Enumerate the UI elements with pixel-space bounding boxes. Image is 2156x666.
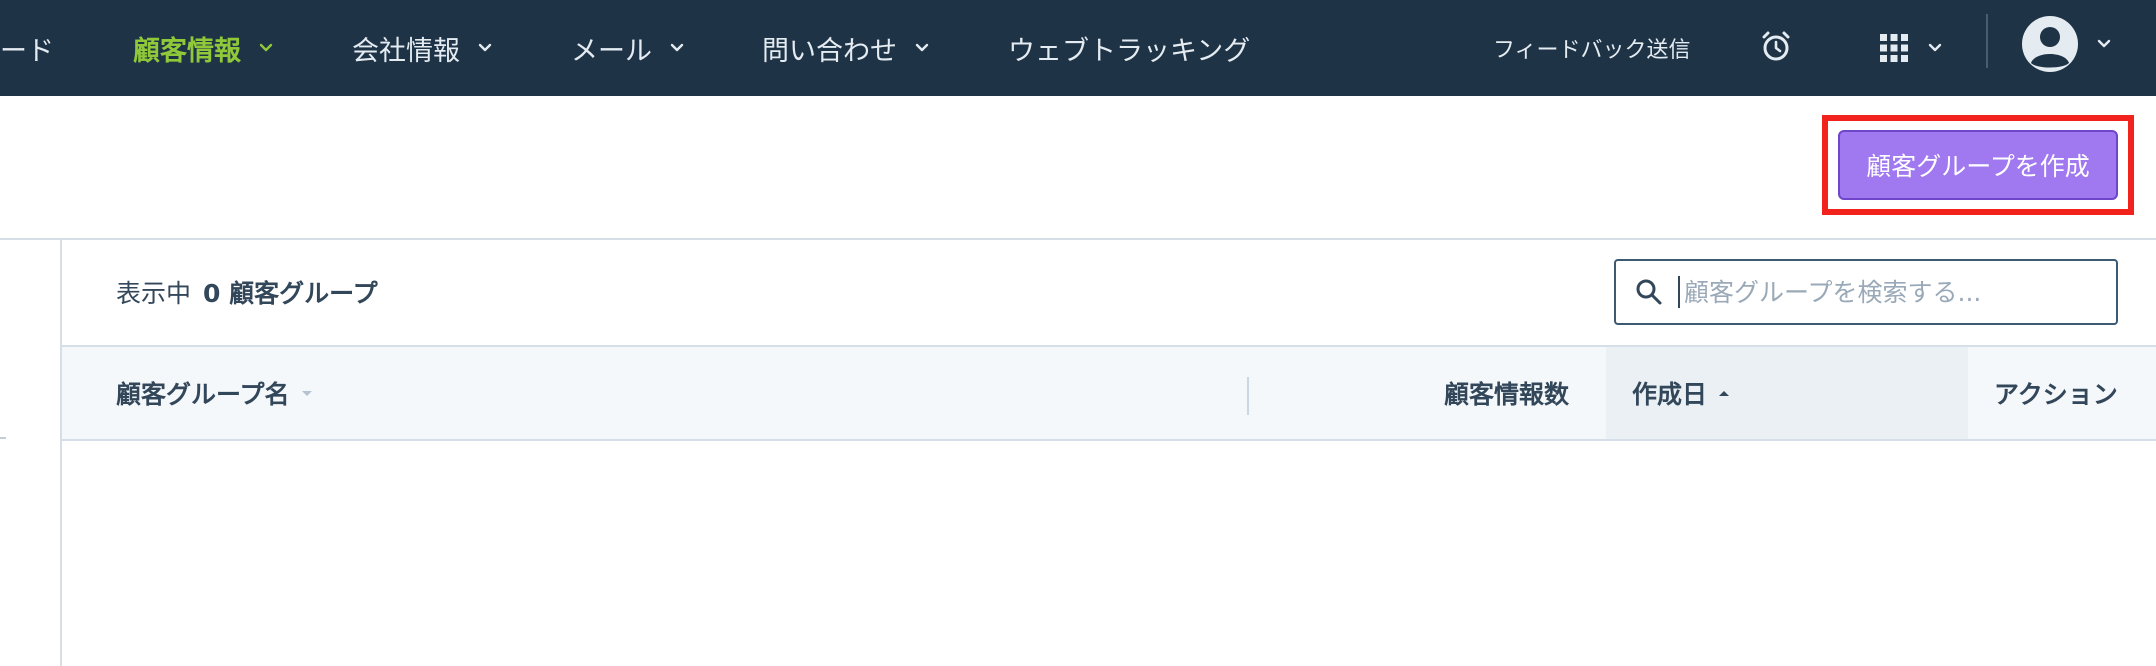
nav-item-label: 会社情報 <box>352 35 460 67</box>
apps-menu-button[interactable] <box>1872 28 1952 68</box>
results-count: 表示中 0 顧客グループ <box>116 272 378 312</box>
chevron-down-icon <box>1928 43 1942 52</box>
chevron-down-icon <box>2097 39 2111 48</box>
nav-item-email[interactable]: メール <box>571 0 688 96</box>
nav-item-label: ウェブトラッキング <box>1008 35 1251 67</box>
header-divider <box>0 238 2156 240</box>
nav-item-label: メール <box>571 35 652 67</box>
feedback-label: フィードバック送信 <box>1493 38 1691 63</box>
column-header-actions: アクション <box>1994 347 2118 439</box>
table-header: 顧客グループ名 顧客情報数 作成日 アクション <box>62 345 2156 441</box>
apps-grid-icon <box>1880 34 1908 62</box>
sort-caret-down-icon <box>301 391 312 396</box>
column-header-label: 作成日 <box>1632 380 1708 409</box>
nav-divider <box>1986 14 1988 68</box>
alarm-clock-icon[interactable] <box>1756 26 1796 66</box>
search-icon <box>1636 279 1662 305</box>
results-count-value: 0 顧客グループ <box>203 279 378 308</box>
chevron-down-icon <box>670 43 684 52</box>
create-customer-group-button[interactable]: 顧客グループを作成 <box>1838 130 2118 200</box>
column-header-label: 顧客情報数 <box>1444 380 1570 409</box>
top-navigation-bar: ード 顧客情報 会社情報 メール 問い合わせ ウェブトラッキング フィードバック… <box>0 0 2156 96</box>
column-divider <box>1247 377 1249 415</box>
nav-item-label: 問い合わせ <box>762 35 897 67</box>
feedback-link[interactable]: フィードバック送信 <box>1493 0 1691 96</box>
column-header-contact-count[interactable]: 顧客情報数 <box>1444 347 1569 439</box>
sort-caret-up-icon <box>1719 391 1730 396</box>
column-header-created-date[interactable]: 作成日 <box>1606 347 1968 439</box>
sidebar-panel-edge <box>0 240 62 666</box>
nav-item-dashboard[interactable]: ード <box>0 0 54 96</box>
nav-item-web-tracking[interactable]: ウェブトラッキング <box>1008 0 1250 96</box>
results-count-prefix: 表示中 <box>116 279 192 308</box>
sidebar-tick-mark <box>0 437 6 439</box>
chevron-down-icon <box>259 43 273 52</box>
search-input[interactable] <box>1678 276 2108 308</box>
search-box[interactable] <box>1614 259 2118 325</box>
chevron-down-icon <box>915 43 929 52</box>
column-header-label: アクション <box>1994 380 2118 409</box>
account-menu-button[interactable] <box>2018 14 2118 74</box>
chevron-down-icon <box>478 43 492 52</box>
nav-item-label: ード <box>0 35 54 67</box>
nav-item-contacts[interactable]: 顧客情報 <box>133 0 277 96</box>
create-button-label: 顧客グループを作成 <box>1866 152 2090 181</box>
user-avatar-icon <box>2022 16 2078 72</box>
column-header-group-name[interactable]: 顧客グループ名 <box>116 347 314 439</box>
column-header-label: 顧客グループ名 <box>116 380 290 409</box>
nav-item-label: 顧客情報 <box>133 35 241 67</box>
table-body-empty <box>64 443 2156 666</box>
nav-item-companies[interactable]: 会社情報 <box>352 0 496 96</box>
nav-item-inquiries[interactable]: 問い合わせ <box>762 0 933 96</box>
